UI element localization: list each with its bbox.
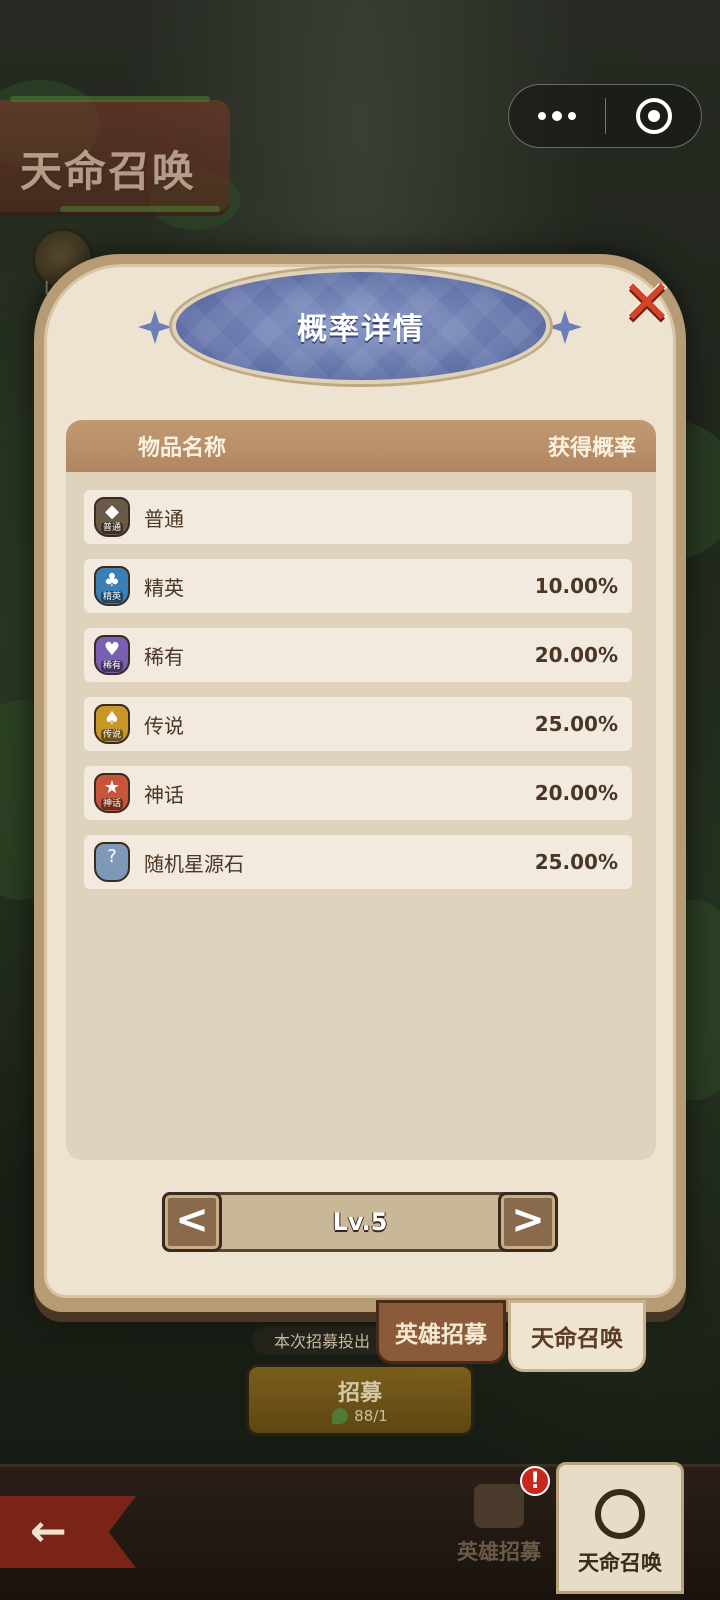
row-item-name: 传说 [144, 713, 184, 738]
recruit-cost-value: 88/1 [354, 1407, 388, 1425]
modal-title: 概率详情 [297, 312, 425, 347]
rarity-badge-icon: ♥ 稀有 [94, 635, 130, 675]
table-row: ♥ 稀有 稀有 20.00% [84, 628, 632, 682]
badge-symbol: ♥ [103, 639, 121, 660]
rarity-badge-icon: ◆ 普通 [94, 497, 130, 537]
alert-badge: ! [520, 1466, 550, 1496]
badge-symbol: ♠ [103, 708, 121, 729]
gear-icon [595, 1489, 645, 1539]
rarity-badge-icon: ♣ 精英 [94, 566, 130, 606]
badge-tag: 普通 [100, 522, 123, 534]
miniprogram-capsule [508, 84, 702, 148]
row-rate: 25.00% [534, 850, 618, 874]
close-x-icon[interactable]: ✕ [612, 272, 682, 334]
modal-header: 概率详情 [172, 268, 550, 384]
nav-fate-summon[interactable]: 天命召唤 [556, 1462, 684, 1594]
recruit-button[interactable]: 招募 88/1 [246, 1364, 474, 1436]
badge-symbol: ★ [103, 777, 121, 798]
prev-level-button[interactable]: < [162, 1192, 222, 1252]
recruit-info: 本次招募投出 [252, 1326, 392, 1354]
badge-symbol: ? [107, 846, 117, 867]
ellipsis-icon[interactable] [509, 85, 605, 147]
badge-tag: 传说 [100, 729, 123, 741]
recruit-cost: 88/1 [332, 1407, 388, 1425]
badge-tag: 神话 [100, 798, 123, 810]
row-rate: 25.00% [534, 712, 618, 736]
tab-hero-recruit[interactable]: 英雄招募 [376, 1300, 506, 1364]
rarity-badge-icon: ? [94, 842, 130, 882]
nav-hero-label: 英雄招募 [457, 1540, 541, 1564]
table-header: 物品名称 获得概率 [66, 420, 656, 472]
row-rate: 20.00% [534, 781, 618, 805]
nav-fate-label: 天命召唤 [578, 1551, 662, 1575]
rarity-badge-icon: ★ 神话 [94, 773, 130, 813]
rarity-badge-icon: ♠ 传说 [94, 704, 130, 744]
table-row: ? 随机星源石 25.00% [84, 835, 632, 889]
row-item-name: 精英 [144, 575, 184, 600]
recruit-button-label: 招募 [337, 1381, 382, 1406]
level-label: Lv.5 [332, 1208, 388, 1236]
background-title: 天命召唤 [20, 147, 197, 196]
row-item-name: 普通 [144, 506, 184, 531]
row-item-name: 稀有 [144, 644, 184, 669]
probability-rows: ◆ 普通 普通 ♣ 精英 精英 10.00% ♥ 稀有 稀有 20.00% ♠ 传说 传说 25.00% ★ 神… [84, 490, 632, 904]
back-arrow-icon: ← [30, 1506, 67, 1557]
table-row: ★ 神话 神话 20.00% [84, 766, 632, 820]
table-row: ♣ 精英 精英 10.00% [84, 559, 632, 613]
badge-symbol: ◆ [105, 501, 119, 522]
cart-icon [474, 1484, 524, 1528]
row-item-name: 神话 [144, 782, 184, 807]
clover-icon [332, 1408, 349, 1424]
next-level-button[interactable]: > [498, 1192, 558, 1252]
table-row: ♠ 传说 传说 25.00% [84, 697, 632, 751]
tab-fate-summon[interactable]: 天命召唤 [508, 1300, 646, 1372]
badge-symbol: ♣ [103, 570, 121, 591]
table-row: ◆ 普通 普通 [84, 490, 632, 544]
badge-tag: 精英 [100, 591, 123, 603]
row-rate: 10.00% [534, 574, 618, 598]
column-rate: 获得概率 [547, 436, 636, 461]
row-rate: 20.00% [534, 643, 618, 667]
badge-tag: 稀有 [100, 660, 123, 672]
target-close-icon[interactable] [606, 98, 701, 134]
row-item-name: 随机星源石 [144, 851, 244, 876]
column-item-name: 物品名称 [138, 436, 227, 461]
